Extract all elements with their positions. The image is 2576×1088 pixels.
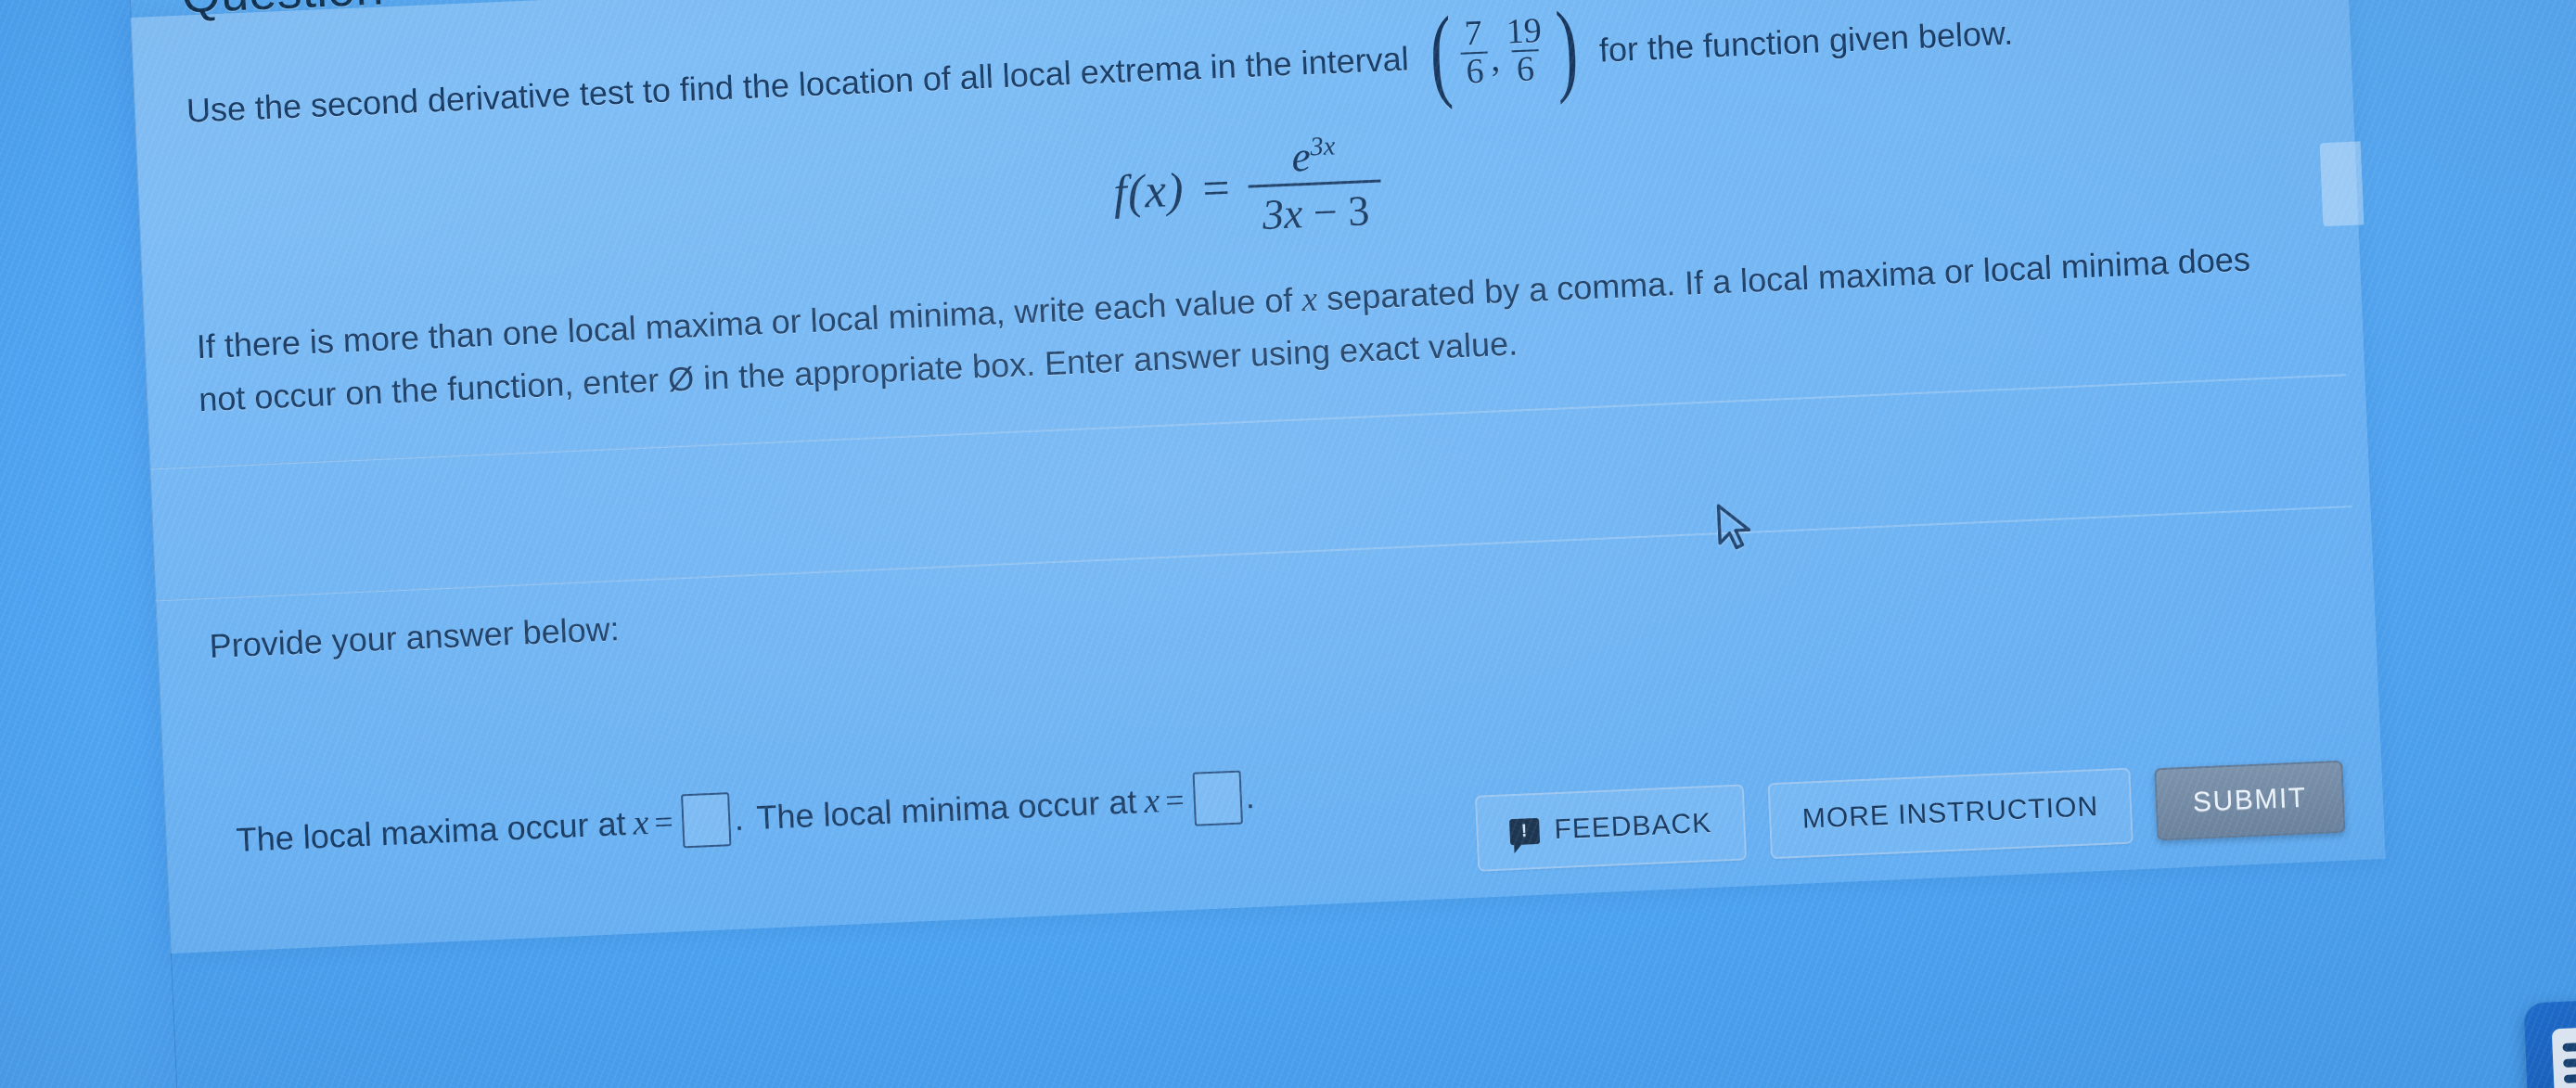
minima-answer-group: The local minima occur at x = . xyxy=(755,769,1268,845)
maxima-equals: = xyxy=(653,802,674,841)
page-title: Question xyxy=(180,0,384,25)
formula-numerator-exponent: 3x xyxy=(1309,132,1336,162)
divider-bottom xyxy=(155,506,2352,601)
interval-separator: , xyxy=(1489,36,1501,80)
formula-numerator: e3x xyxy=(1277,131,1350,184)
minima-period: . xyxy=(1244,776,1256,816)
submit-button[interactable]: SUBMIT xyxy=(2154,760,2346,841)
feedback-button-label: FEEDBACK xyxy=(1553,807,1712,846)
maxima-input-box[interactable] xyxy=(681,792,732,849)
more-instruction-button[interactable]: MORE INSTRUCTION xyxy=(1767,767,2134,860)
prompt-text-after: for the function given below. xyxy=(1598,13,2014,70)
submit-button-label: SUBMIT xyxy=(2192,782,2308,818)
formula-denominator-b: 3 xyxy=(1347,186,1371,235)
photographed-screen: Question Use the second derivative test … xyxy=(0,0,2576,1088)
interval-close-paren: ) xyxy=(1554,0,1581,107)
formula-denominator: 3x − 3 xyxy=(1248,179,1384,239)
prompt-text-before: Use the second derivative test to find t… xyxy=(186,39,1410,130)
feedback-icon-glyph: ! xyxy=(1520,821,1529,841)
document-fab-button[interactable] xyxy=(2523,998,2576,1088)
maxima-variable: x xyxy=(632,802,650,843)
left-fraction-numerator: 7 xyxy=(1463,13,1483,54)
maxima-period: . xyxy=(733,799,745,838)
formula-equals: = xyxy=(1201,161,1231,216)
more-instruction-button-label: MORE INSTRUCTION xyxy=(1801,791,2099,835)
formula-denominator-a: 3x xyxy=(1261,188,1304,238)
minima-label: The local minima occur at xyxy=(755,782,1138,837)
feedback-button[interactable]: ! FEEDBACK xyxy=(1474,784,1747,872)
maxima-answer-group: The local maxima occur at x = . xyxy=(235,791,757,867)
maxima-label: The local maxima occur at xyxy=(235,803,627,859)
interval-open-paren: ( xyxy=(1427,0,1455,112)
browser-window: Question Use the second derivative test … xyxy=(0,0,2576,1088)
left-fraction-denominator: 6 xyxy=(1460,51,1490,91)
formula-lhs: f(x) xyxy=(1112,163,1185,220)
provide-answer-label: Provide your answer below: xyxy=(208,609,621,665)
right-edge-chip xyxy=(2319,141,2365,227)
formula-numerator-base: e xyxy=(1290,132,1312,181)
minima-variable: x xyxy=(1143,781,1161,822)
question-card: Question Use the second derivative test … xyxy=(130,0,2386,954)
interval-right-fraction: 19 6 xyxy=(1501,11,1548,89)
feedback-bubble-icon: ! xyxy=(1509,817,1541,846)
formula-denominator-operator: − xyxy=(1312,187,1339,237)
right-fraction-denominator: 6 xyxy=(1511,48,1540,89)
formula-fraction: e3x 3x − 3 xyxy=(1246,130,1384,239)
minima-equals: = xyxy=(1164,781,1185,820)
answer-row: The local maxima occur at x = . The loca… xyxy=(235,769,1268,867)
interval-math: ( 7 6 , 19 6 ) xyxy=(1422,0,1586,112)
minima-input-box[interactable] xyxy=(1192,770,1243,826)
interval-left-fraction: 7 6 xyxy=(1459,13,1490,91)
document-lines-icon xyxy=(2551,1026,2576,1088)
right-fraction-numerator: 19 xyxy=(1505,11,1543,52)
instructions-variable: x xyxy=(1301,279,1319,320)
mouse-cursor xyxy=(1716,504,1751,550)
action-buttons: ! FEEDBACK MORE INSTRUCTION SUBMIT xyxy=(1474,759,2346,872)
